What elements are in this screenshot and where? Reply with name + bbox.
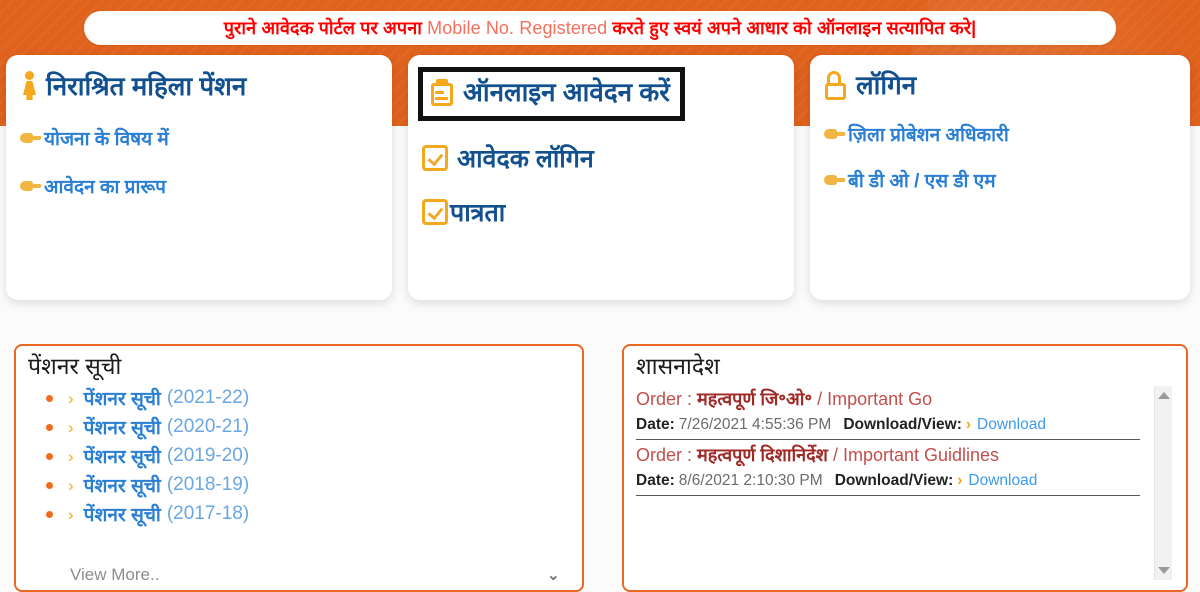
apply-online-button[interactable]: ऑनलाइन आवेदन करें — [418, 67, 685, 121]
chevron-right-icon: › — [68, 504, 74, 524]
pensioner-list-panel: पेंशनर सूची › पेंशनर सूची (2021-22) › पे… — [14, 344, 584, 592]
open-padlock-icon — [824, 71, 850, 101]
list-item[interactable]: › पेंशनर सूची (2019-20) — [46, 442, 570, 471]
chevron-right-icon: › — [68, 388, 74, 408]
chevron-down-icon: ⌄ — [546, 567, 560, 584]
pensioner-list-year: (2019-20) — [166, 445, 250, 467]
pensioner-list-year: (2021-22) — [166, 387, 250, 409]
chevron-right-icon: › — [68, 475, 74, 495]
scheme-about-link[interactable]: योजना के विषय में — [20, 125, 378, 151]
bullet-icon — [46, 510, 53, 518]
order-date-value: 8/6/2021 2:10:30 PM — [678, 472, 823, 490]
order-title-english: Important Go — [827, 388, 933, 409]
hand-pointing-icon — [20, 178, 42, 194]
notice-text: पुराने आवेदक पोर्टल पर अपना Mobile No. R… — [224, 19, 977, 37]
apply-online-button-label: ऑनलाइन आवेदन करें — [463, 77, 670, 107]
clipboard-icon — [431, 78, 457, 107]
info-card-row: निराश्रित महिला पेंशन योजना के विषय में … — [0, 55, 1200, 300]
date-label: Date: — [636, 472, 675, 490]
application-format-link[interactable]: आवेदन का प्रारूप — [20, 173, 378, 199]
bullet-icon — [46, 452, 53, 460]
order-title-separator: / — [812, 388, 828, 409]
bullet-icon — [46, 394, 53, 402]
checkbox-checked-icon — [422, 144, 448, 171]
scheme-about-link-label: योजना के विषय में — [44, 129, 169, 150]
view-more-button[interactable]: View More.. ⌄ — [28, 560, 574, 590]
application-format-link-label: आवेदन का प्रारूप — [44, 177, 166, 198]
pensioner-list-label: पेंशनर सूची — [83, 418, 161, 440]
order-prefix: Order : — [636, 388, 698, 409]
pensioner-panel-heading: पेंशनर सूची — [28, 353, 122, 379]
pensioner-list-label: पेंशनर सूची — [83, 505, 161, 527]
order-entry: Order : महत्वपूर्ण दिशानिर्देश / Importa… — [636, 440, 1140, 497]
chevron-right-icon: › — [957, 472, 963, 490]
download-view-label: Download/View: — [834, 472, 954, 490]
hand-pointing-icon — [824, 126, 846, 142]
bdo-sdm-login-link[interactable]: बी डी ओ / एस डी एम — [824, 167, 1176, 193]
dpo-login-label: ज़िला प्रोबेशन अधिकारी — [848, 125, 1009, 146]
orders-panel-heading: शासनादेश — [636, 353, 720, 379]
female-person-icon — [20, 71, 40, 103]
apply-online-card: ऑनलाइन आवेदन करें आवेदक लॉगिन पात्रता — [408, 55, 794, 300]
notice-text-english: Mobile No. Registered — [427, 18, 608, 38]
login-card: लॉगिन ज़िला प्रोबेशन अधिकारी बी डी ओ / ए… — [810, 55, 1190, 300]
pensioner-list-label: पेंशनर सूची — [83, 389, 161, 411]
eligibility-label: पात्रता — [450, 198, 506, 227]
hand-pointing-icon — [20, 130, 42, 146]
applicant-login-link[interactable]: आवेदक लॉगिन — [422, 141, 780, 175]
pensioner-list-year: (2017-18) — [166, 503, 250, 525]
download-link[interactable]: Download — [968, 469, 1037, 492]
bullet-icon — [46, 481, 53, 489]
order-entry: Order : महत्वपूर्ण जि॰ओ॰ / Important Go … — [636, 384, 1140, 441]
pensioner-list: › पेंशनर सूची (2021-22) › पेंशनर सूची (2… — [28, 384, 570, 529]
list-item[interactable]: › पेंशनर सूची (2021-22) — [46, 384, 570, 413]
login-card-title-text: लॉगिन — [856, 70, 917, 101]
government-orders-panel: शासनादेश Order : महत्वपूर्ण जि॰ओ॰ / Impo… — [622, 344, 1188, 592]
download-view-label: Download/View: — [843, 415, 962, 433]
list-item[interactable]: › पेंशनर सूची (2018-19) — [46, 471, 570, 500]
list-item[interactable]: › पेंशनर सूची (2020-21) — [46, 413, 570, 442]
chevron-right-icon: › — [68, 446, 74, 466]
order-date-value: 7/26/2021 4:55:36 PM — [678, 415, 832, 433]
pensioner-list-year: (2018-19) — [166, 474, 250, 496]
order-title-separator: / — [827, 445, 843, 466]
download-link[interactable]: Download — [977, 413, 1046, 436]
date-label: Date: — [636, 415, 675, 433]
dpo-login-link[interactable]: ज़िला प्रोबेशन अधिकारी — [824, 121, 1176, 147]
scheme-card: निराश्रित महिला पेंशन योजना के विषय में … — [6, 55, 392, 300]
order-meta-row: Date: 8/6/2021 2:10:30 PM Download/View:… — [636, 469, 1140, 497]
notice-text-part2: करते हुए स्वयं अपने आधार को ऑनलाइन सत्या… — [607, 18, 977, 38]
bdo-sdm-login-label: बी डी ओ / एस डी एम — [848, 171, 996, 192]
list-item[interactable]: › पेंशनर सूची (2017-18) — [46, 500, 570, 529]
order-title-english: Important Guidlines — [842, 445, 1000, 466]
notice-marquee: पुराने आवेदक पोर्टल पर अपना Mobile No. R… — [84, 11, 1116, 45]
scheme-card-title-text: निराश्रित महिला पेंशन — [46, 71, 247, 102]
pensioner-list-label: पेंशनर सूची — [83, 476, 161, 498]
order-title-hindi: महत्वपूर्ण दिशानिर्देश — [697, 445, 828, 466]
scroll-up-arrow-icon[interactable] — [1158, 391, 1170, 399]
notice-text-part1: पुराने आवेदक पोर्टल पर अपना — [223, 18, 428, 38]
scheme-card-title: निराश्रित महिला पेंशन — [20, 71, 378, 103]
pensioner-list-year: (2020-21) — [166, 416, 250, 438]
checkbox-checked-icon — [422, 198, 448, 225]
chevron-right-icon: › — [68, 417, 74, 437]
orders-scrollbar[interactable] — [1154, 385, 1172, 580]
view-more-label: View More.. — [70, 565, 160, 584]
eligibility-link[interactable]: पात्रता — [422, 195, 780, 229]
order-meta-row: Date: 7/26/2021 4:55:36 PM Download/View… — [636, 413, 1140, 441]
login-card-title: लॉगिन — [824, 70, 1176, 101]
order-title: Order : महत्वपूर्ण जि॰ओ॰ / Important Go — [636, 386, 1140, 413]
chevron-right-icon: › — [965, 415, 972, 433]
order-title-hindi: महत्वपूर्ण जि॰ओ॰ — [697, 388, 813, 409]
order-prefix: Order : — [636, 445, 698, 466]
pensioner-list-label: पेंशनर सूची — [83, 447, 161, 469]
order-title: Order : महत्वपूर्ण दिशानिर्देश / Importa… — [636, 442, 1140, 469]
applicant-login-label: आवेदक लॉगिन — [457, 144, 594, 173]
scroll-down-arrow-icon[interactable] — [1158, 566, 1170, 574]
hand-pointing-icon — [824, 172, 846, 188]
bullet-icon — [46, 423, 53, 431]
orders-scroll-area: Order : महत्वपूर्ण जि॰ओ॰ / Important Go … — [636, 384, 1174, 580]
